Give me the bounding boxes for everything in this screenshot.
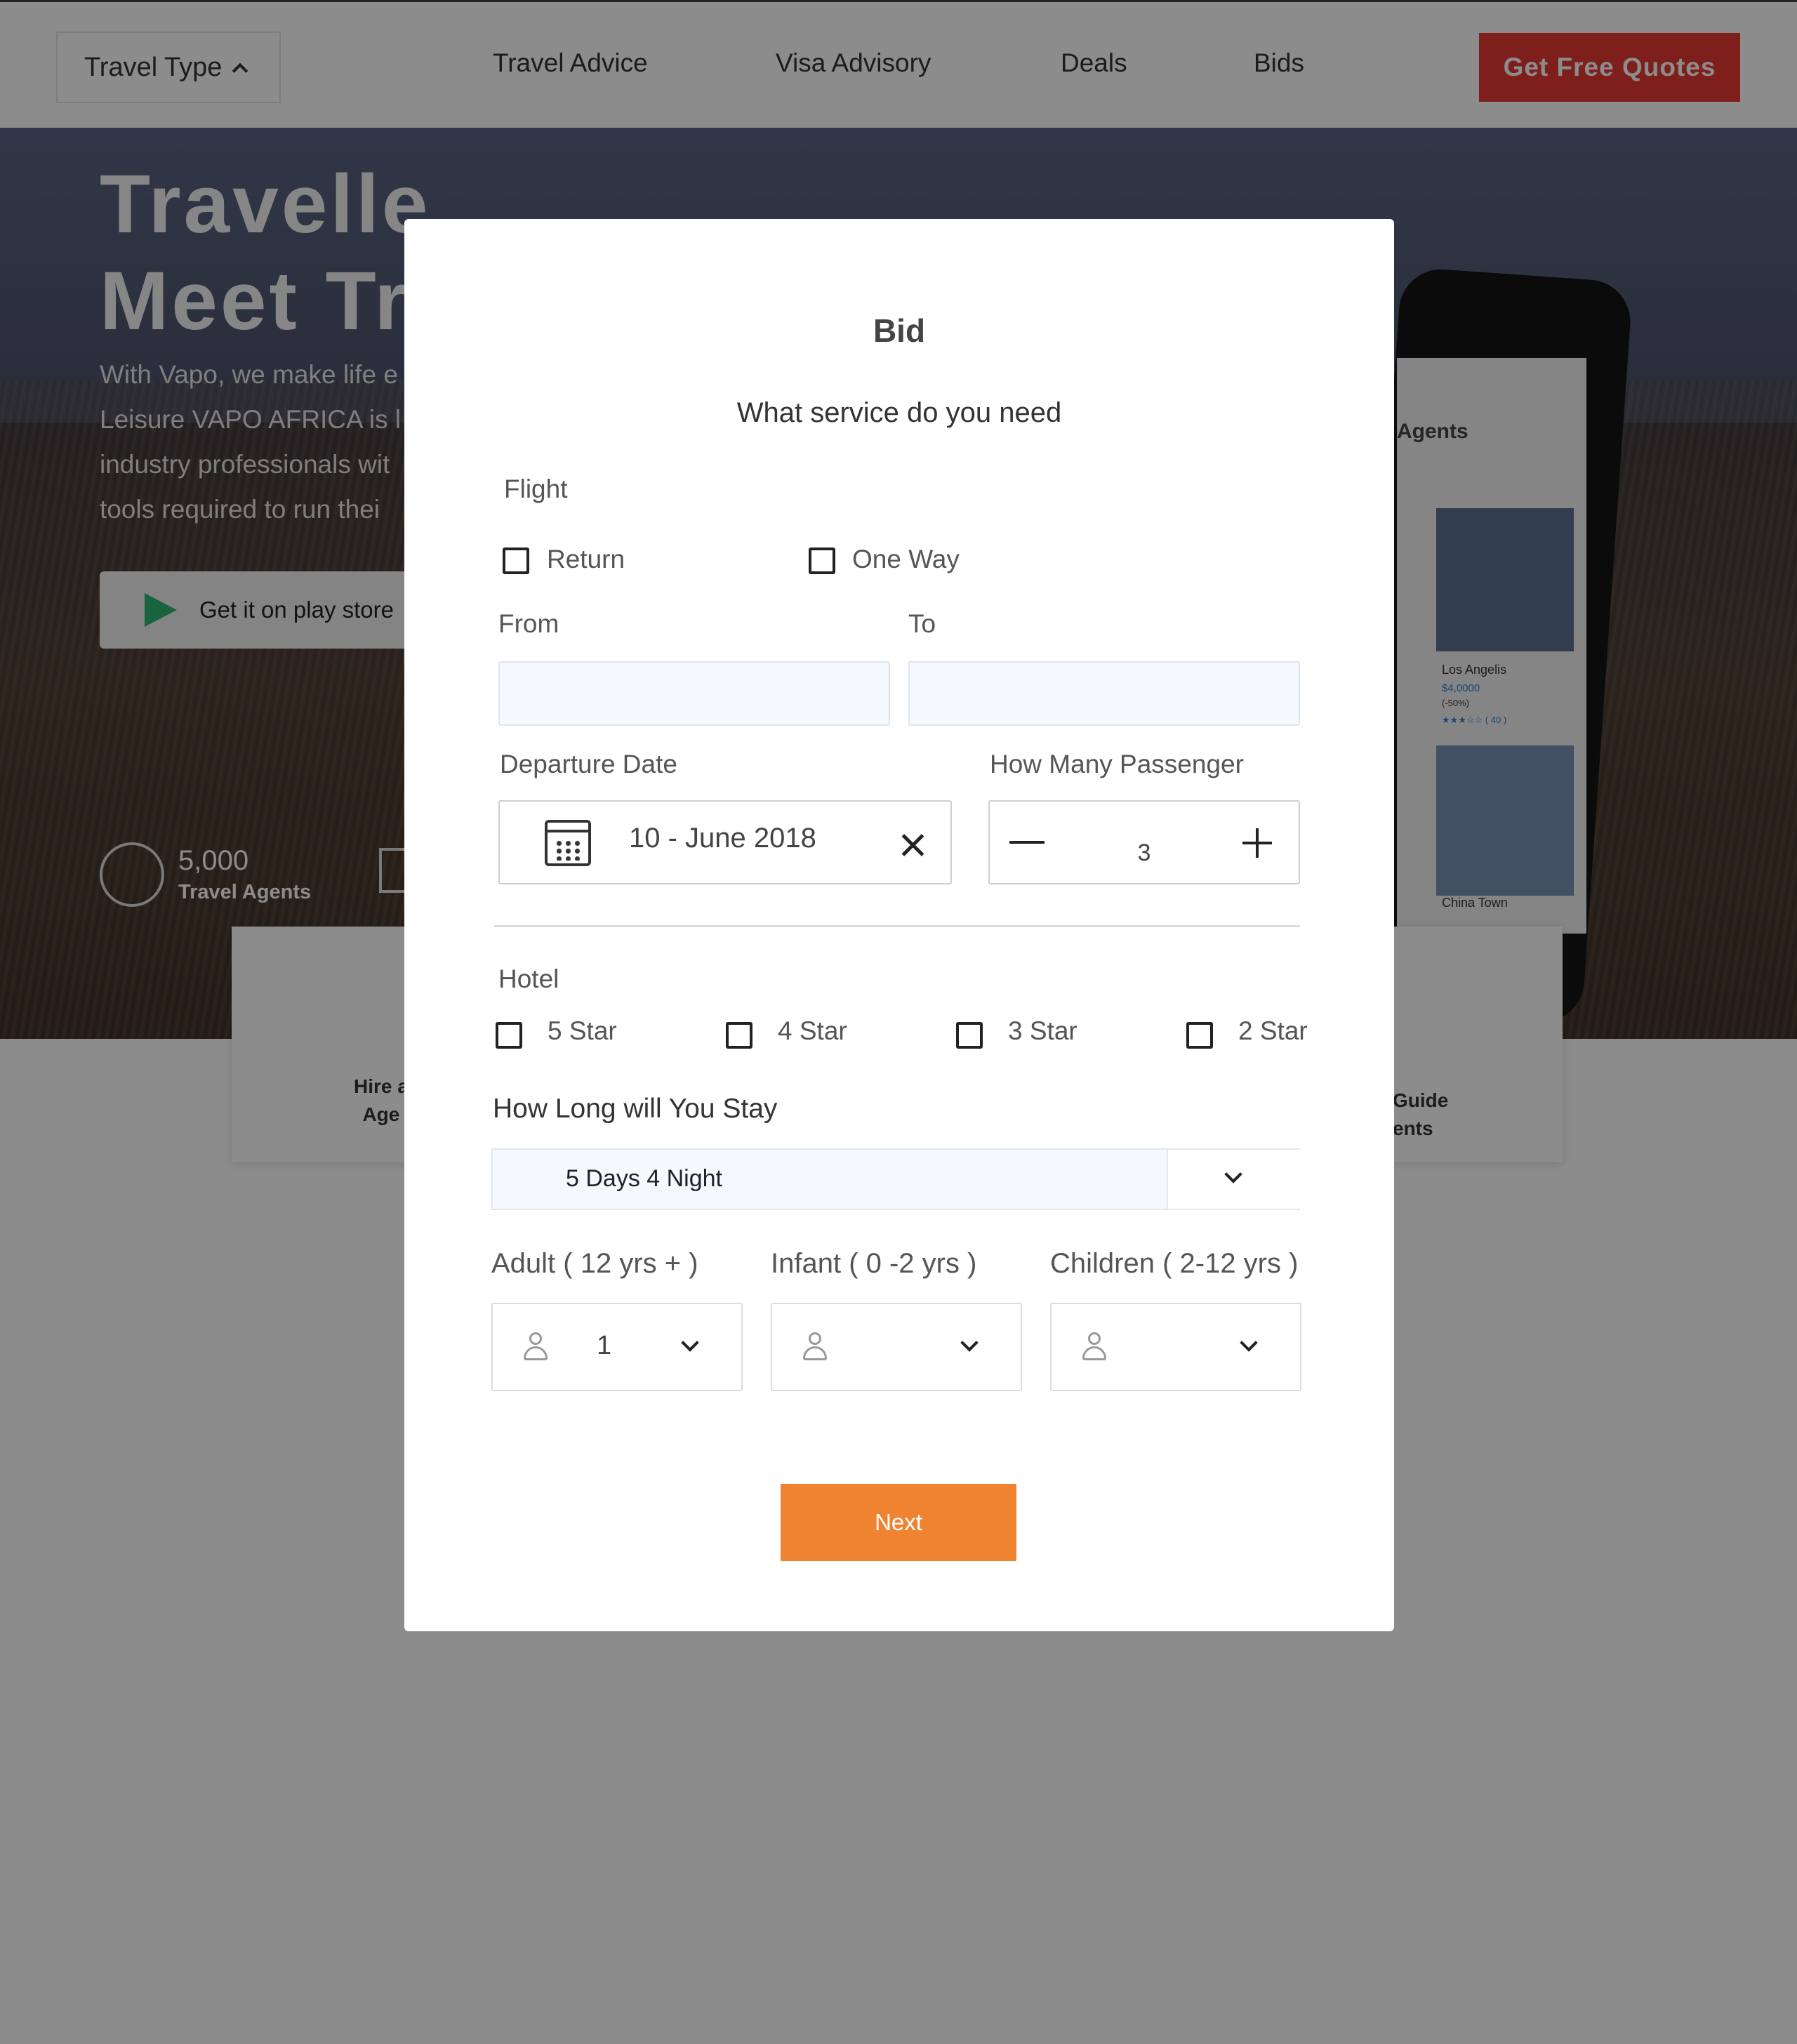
3-star-label: 3 Star: [1008, 1016, 1077, 1045]
person-icon: [803, 1332, 827, 1363]
departure-date-value: 10 - June 2018: [629, 823, 816, 854]
children-select[interactable]: [1050, 1303, 1301, 1391]
passenger-label: How Many Passenger: [990, 750, 1244, 778]
passenger-stepper: 3: [988, 800, 1300, 884]
to-label: To: [908, 609, 936, 638]
from-label: From: [498, 609, 559, 638]
stay-duration-value: 5 Days 4 Night: [566, 1165, 722, 1192]
departure-date-label: Departure Date: [500, 750, 677, 778]
section-divider: [494, 925, 1300, 927]
5-star-checkbox[interactable]: [496, 1022, 522, 1049]
3-star-checkbox[interactable]: [956, 1022, 983, 1049]
one-way-checkbox[interactable]: [809, 548, 835, 574]
stay-dropdown-button[interactable]: [1167, 1150, 1300, 1209]
modal-subtitle: What service do you need: [736, 397, 1062, 428]
infant-select[interactable]: [771, 1303, 1022, 1391]
adult-value: 1: [597, 1331, 612, 1360]
chevron-down-icon: [681, 1334, 699, 1352]
modal-title: Bid: [873, 312, 926, 349]
stay-duration-select[interactable]: 5 Days 4 Night: [491, 1148, 1300, 1210]
calendar-icon: [545, 820, 591, 866]
flight-label: Flight: [504, 474, 568, 503]
hotel-label: Hotel: [498, 964, 559, 993]
person-icon: [1082, 1332, 1106, 1363]
chevron-down-icon: [1240, 1334, 1258, 1352]
adult-label: Adult ( 12 yrs + ): [491, 1248, 698, 1279]
next-button[interactable]: Next: [781, 1484, 1016, 1561]
4-star-label: 4 Star: [778, 1016, 847, 1045]
children-label: Children ( 2-12 yrs ): [1050, 1248, 1299, 1279]
passenger-count: 3: [1137, 839, 1151, 866]
stay-duration-label: How Long will You Stay: [493, 1094, 778, 1124]
2-star-checkbox[interactable]: [1186, 1022, 1213, 1049]
5-star-label: 5 Star: [548, 1016, 617, 1045]
return-label: Return: [547, 545, 625, 573]
clear-date-icon[interactable]: [900, 832, 925, 858]
chevron-down-icon: [960, 1334, 979, 1352]
departure-date-field[interactable]: 10 - June 2018: [498, 800, 952, 884]
decrement-icon[interactable]: [1009, 835, 1045, 870]
chevron-down-icon: [1224, 1165, 1242, 1183]
4-star-checkbox[interactable]: [726, 1022, 752, 1049]
2-star-label: 2 Star: [1238, 1016, 1308, 1045]
bid-modal: Bid What service do you need Flight Retu…: [404, 219, 1394, 1631]
return-checkbox[interactable]: [503, 548, 529, 574]
adult-select[interactable]: 1: [491, 1303, 743, 1391]
to-input[interactable]: [908, 661, 1300, 726]
infant-label: Infant ( 0 -2 yrs ): [771, 1248, 977, 1279]
one-way-label: One Way: [852, 545, 960, 573]
increment-icon[interactable]: [1242, 828, 1272, 858]
from-input[interactable]: [498, 661, 890, 726]
person-icon: [524, 1332, 548, 1363]
